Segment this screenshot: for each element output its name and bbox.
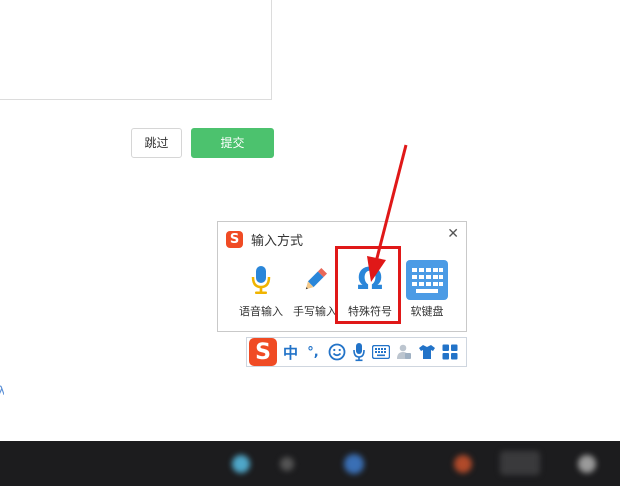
- chinese-mode-toggle[interactable]: 中: [283, 342, 298, 363]
- soft-keyboard-option[interactable]: 软键盘: [398, 260, 456, 324]
- taskbar: [0, 441, 620, 486]
- sogou-logo-letter: S: [229, 231, 240, 247]
- taskbar-tray: [500, 451, 540, 475]
- grid-menu-icon[interactable]: [442, 344, 458, 360]
- ime-status-bar: S 中 °,: [246, 337, 467, 367]
- punctuation-toggle[interactable]: °,: [304, 345, 322, 360]
- submit-button[interactable]: 提交: [191, 128, 274, 158]
- sogou-logo-icon: S: [226, 230, 243, 248]
- pen-icon: [305, 267, 328, 290]
- user-icon[interactable]: [396, 343, 412, 361]
- input-method-title: 输入方式: [251, 233, 304, 249]
- sogou-bar-logo-letter: S: [255, 339, 271, 365]
- taskbar-app-icon[interactable]: [344, 454, 364, 474]
- omega-icon: Ω: [357, 262, 383, 297]
- sogou-logo-icon[interactable]: S: [249, 338, 277, 366]
- microphone-icon[interactable]: [352, 342, 366, 362]
- taskbar-app-icon[interactable]: [280, 457, 294, 471]
- comment-textarea[interactable]: [0, 0, 272, 100]
- special-symbols-option[interactable]: Ω 特殊符号: [341, 260, 399, 324]
- input-method-popup: S 输入方式 ✕ 语音输入 手写输入 Ω 特殊符号 软键盘: [217, 221, 467, 332]
- partial-link[interactable]: λ: [0, 384, 4, 401]
- keyboard-icon[interactable]: [372, 345, 391, 359]
- input-method-header: S 输入方式: [226, 229, 303, 249]
- skin-shirt-icon[interactable]: [418, 344, 436, 360]
- voice-input-label: 语音输入: [239, 305, 283, 318]
- taskbar-app-icon[interactable]: [454, 455, 472, 473]
- handwriting-input-option[interactable]: 手写输入: [286, 260, 344, 324]
- microphone-icon: [251, 266, 271, 294]
- taskbar-app-icon[interactable]: [578, 455, 596, 473]
- close-icon[interactable]: ✕: [447, 226, 459, 242]
- taskbar-app-icon[interactable]: [232, 455, 250, 473]
- partial-link-text[interactable]: λ: [0, 384, 4, 398]
- handwriting-input-label: 手写输入: [293, 305, 337, 318]
- keyboard-icon: [406, 260, 448, 300]
- soft-keyboard-label: 软键盘: [410, 305, 444, 318]
- voice-input-option[interactable]: 语音输入: [232, 260, 290, 324]
- emoji-icon[interactable]: [328, 343, 346, 361]
- skip-button[interactable]: 跳过: [131, 128, 182, 158]
- special-symbols-label: 特殊符号: [348, 305, 392, 318]
